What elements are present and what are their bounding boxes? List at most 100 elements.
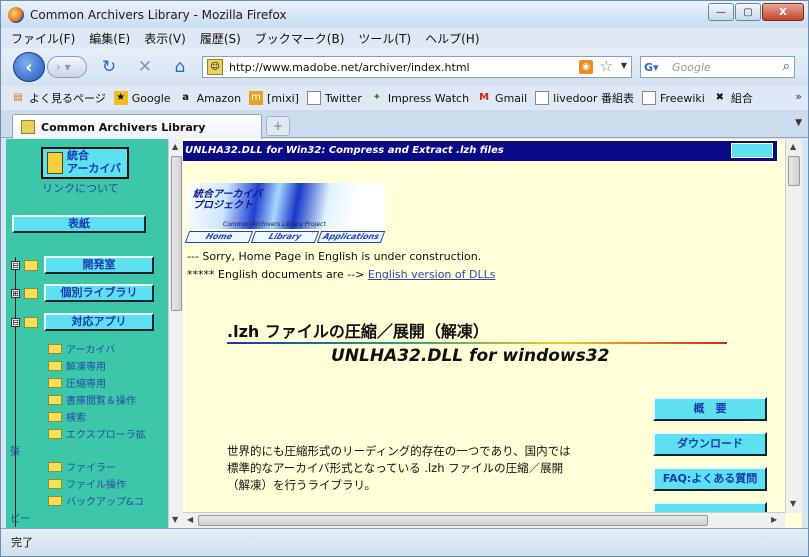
- bookmarks-toolbar: ▤ よく見るページ ★ Google a Amazon m [mixi] Twitter…: [1, 86, 808, 110]
- scroll-up-icon[interactable]: ▲: [172, 142, 178, 151]
- sub-item-compress[interactable]: 圧縮専用: [48, 375, 106, 390]
- sub-item-browse[interactable]: 書庫閲覧＆操作: [48, 392, 136, 407]
- menu-tools[interactable]: ツール(T): [358, 30, 411, 47]
- rss-feed-icon[interactable]: ◉: [579, 60, 593, 74]
- sub-item-backup[interactable]: バックアップ&コ: [48, 493, 144, 508]
- menu-help[interactable]: ヘルプ(H): [425, 30, 479, 47]
- back-arrow-icon[interactable]: ‹: [13, 52, 45, 82]
- amazon-icon: a: [182, 92, 189, 103]
- search-bar[interactable]: G▾ Google ⌕: [640, 56, 795, 78]
- minimize-button[interactable]: —: [708, 3, 734, 21]
- search-icon[interactable]: ⌕: [783, 59, 790, 74]
- folder-icon: [48, 411, 62, 422]
- google-engine-icon[interactable]: G▾: [644, 61, 664, 74]
- home-icon[interactable]: ⌂: [169, 57, 191, 77]
- bookmark-frequent[interactable]: ▤ よく見るページ: [11, 90, 106, 106]
- scroll-thumb[interactable]: [788, 156, 800, 186]
- url-dropdown-icon[interactable]: ▼: [621, 61, 627, 70]
- scroll-right-icon[interactable]: ▶: [771, 515, 777, 524]
- reload-icon[interactable]: ↻: [98, 57, 120, 77]
- bookmark-mixi[interactable]: m [mixi]: [249, 91, 299, 105]
- main-content-frame: UNLHA32.DLL for Win32: Compress and Extr…: [183, 139, 802, 528]
- bookmark-livedoor[interactable]: livedoor 番組表: [535, 90, 634, 106]
- overview-button[interactable]: 概 要: [653, 397, 767, 421]
- download-button[interactable]: ダウンロード: [653, 432, 767, 456]
- tab-favicon-icon: [21, 120, 35, 134]
- tree-node-libraries[interactable]: ⊞ 個別ライブラリ: [11, 284, 154, 302]
- scroll-down-icon[interactable]: ▼: [790, 499, 796, 508]
- site-favicon-icon: ☺: [207, 59, 223, 75]
- url-text[interactable]: http://www.madobe.net/archiver/index.htm…: [229, 61, 470, 74]
- left-frame-scrollbar[interactable]: ▲ ▼: [168, 139, 183, 528]
- page-icon: [642, 91, 656, 105]
- sub-item-filer[interactable]: ファイラー: [48, 459, 116, 474]
- bookmark-kumiai[interactable]: ✖ 組合: [713, 90, 753, 106]
- banner-subtitle: Common Archivers Library Project: [223, 221, 326, 228]
- bookmark-twitter[interactable]: Twitter: [306, 91, 362, 105]
- small-logo-icon: [731, 143, 773, 158]
- page-content: 統合 アーカイバ リンクについて 表紙 ⊟ 開発室 ⊞ 個別ライブラリ ⊟ 対応…: [6, 139, 802, 528]
- status-text: 完了: [11, 536, 33, 549]
- bookmarks-overflow-button[interactable]: »: [795, 90, 802, 103]
- sub-item-archiver[interactable]: アーカイバ: [48, 341, 115, 356]
- tree-node-dev[interactable]: ⊟ 開発室: [11, 256, 154, 274]
- main-frame-horizontal-scrollbar[interactable]: ◀ ▶: [183, 512, 785, 528]
- banner-tab-home[interactable]: Home: [184, 231, 254, 243]
- scroll-up-icon[interactable]: ▲: [790, 142, 796, 151]
- expand-icon[interactable]: ⊞: [11, 288, 20, 298]
- bookmark-amazon[interactable]: a Amazon: [179, 91, 241, 105]
- sub-item-search[interactable]: 検索: [48, 409, 86, 424]
- logo-line-2: アーカイバ: [67, 162, 122, 175]
- scroll-down-icon[interactable]: ▼: [172, 515, 178, 524]
- scroll-thumb[interactable]: [198, 515, 708, 526]
- bookmark-freewiki[interactable]: Freewiki: [642, 91, 705, 105]
- browser-window: Common Archivers Library - Mozilla Firef…: [0, 0, 809, 557]
- description-text: 世界的にも圧縮形式のリーディング的存在の一つであり、国内では標準的なアーカイバ形…: [227, 444, 571, 492]
- sub-item-extract[interactable]: 解凍専用: [48, 358, 106, 373]
- menu-bookmarks[interactable]: ブックマーク(B): [255, 30, 345, 47]
- scroll-thumb[interactable]: [171, 156, 182, 311]
- sub-item-explorer[interactable]: エクスプローラ拡: [48, 426, 146, 441]
- bookmark-google[interactable]: ★ Google: [113, 91, 171, 105]
- menu-view[interactable]: 表示(V): [144, 30, 186, 47]
- google-icon: ★: [113, 91, 128, 105]
- folder-icon: [24, 287, 38, 299]
- archiver-logo-button[interactable]: 統合 アーカイバ: [41, 147, 129, 179]
- category-apps-button[interactable]: 対応アプリ: [44, 313, 154, 331]
- tab-common-archivers[interactable]: Common Archivers Library: [12, 114, 262, 139]
- banner-tab-applications[interactable]: Applications: [316, 231, 386, 243]
- scroll-left-icon[interactable]: ◀: [187, 515, 193, 524]
- maximize-button[interactable]: ▢: [735, 3, 761, 21]
- bookmark-gmail[interactable]: M Gmail: [477, 91, 527, 105]
- folder-icon: [48, 377, 62, 388]
- banner-tab-library[interactable]: Library: [250, 231, 320, 243]
- bookmark-star-icon[interactable]: ☆: [600, 57, 613, 75]
- mixi-icon: m: [249, 91, 264, 105]
- url-bar[interactable]: ☺ http://www.madobe.net/archiver/index.h…: [202, 56, 632, 78]
- cover-button[interactable]: 表紙: [12, 215, 146, 233]
- folder-icon: [48, 478, 62, 489]
- main-frame-vertical-scrollbar[interactable]: ▲ ▼: [785, 139, 802, 513]
- menu-file[interactable]: ファイル(F): [11, 30, 75, 47]
- tree-node-apps[interactable]: ⊟ 対応アプリ: [11, 313, 154, 331]
- tab-list-icon[interactable]: ▼: [795, 118, 802, 128]
- link-about[interactable]: リンクについて: [42, 180, 119, 196]
- stop-icon[interactable]: ✕: [134, 57, 156, 77]
- zipper-icon: [47, 152, 63, 174]
- sub-item-file-ops[interactable]: ファイル操作: [48, 476, 126, 491]
- collapse-icon[interactable]: ⊟: [11, 260, 20, 270]
- close-button[interactable]: X: [762, 3, 804, 21]
- x-icon: ✖: [715, 92, 725, 103]
- faq-button[interactable]: FAQ:よくある質問: [653, 467, 767, 491]
- firefox-icon: [8, 6, 24, 23]
- category-dev-button[interactable]: 開発室: [44, 256, 154, 274]
- english-version-link[interactable]: English version of DLLs: [368, 268, 496, 281]
- banner-title: 統合アーカイバ プロジェクト: [193, 189, 263, 211]
- bookmark-impress[interactable]: ✦ Impress Watch: [370, 91, 469, 105]
- new-tab-button[interactable]: +: [266, 116, 290, 136]
- forward-arrow-icon[interactable]: › ▾: [47, 56, 87, 78]
- menu-edit[interactable]: 編集(E): [89, 30, 130, 47]
- menu-history[interactable]: 履歴(S): [200, 30, 241, 47]
- category-libraries-button[interactable]: 個別ライブラリ: [44, 284, 154, 302]
- collapse-icon[interactable]: ⊟: [11, 317, 20, 327]
